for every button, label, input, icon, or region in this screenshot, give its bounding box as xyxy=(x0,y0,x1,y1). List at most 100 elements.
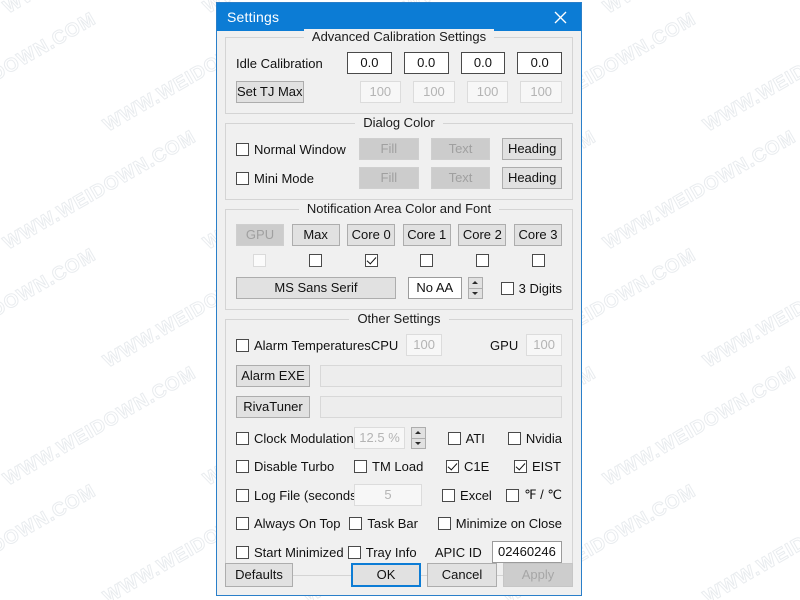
cancel-button[interactable]: Cancel xyxy=(427,563,497,587)
defaults-button[interactable]: Defaults xyxy=(225,563,293,587)
notification-button-core-2[interactable]: Core 2 xyxy=(458,224,507,246)
units-checkbox[interactable]: ℉ / ℃ xyxy=(506,487,562,503)
nvidia-checkbox[interactable]: Nvidia xyxy=(507,431,562,446)
always-on-top-checkbox[interactable]: Always On Top xyxy=(236,516,349,531)
checkbox-box xyxy=(236,142,249,156)
idle-calibration-input-2[interactable]: 0.0 xyxy=(460,52,506,74)
alarm-cpu-input[interactable]: 100 xyxy=(406,334,443,356)
normal-window-row: Normal Window Fill Text Heading xyxy=(236,138,562,160)
set-tj-max-button[interactable]: Set TJ Max xyxy=(236,81,304,103)
group-title-text: Advanced Calibration Settings xyxy=(303,29,495,44)
tj-max-input-3[interactable]: 100 xyxy=(520,81,563,103)
rivatuner-input[interactable] xyxy=(320,396,562,418)
log-file-label: Log File (seconds) xyxy=(254,487,361,503)
log-file-checkbox[interactable]: Log File (seconds) xyxy=(236,488,361,503)
notification-button-core-0[interactable]: Core 0 xyxy=(347,224,396,246)
checkbox-box xyxy=(236,517,249,530)
tray-info-checkbox[interactable]: Tray Info xyxy=(347,544,435,560)
notification-checkbox-core-2[interactable] xyxy=(476,254,490,267)
notification-checkbox-max[interactable] xyxy=(308,254,322,267)
spinner-up-button[interactable] xyxy=(411,427,426,439)
clock-modulation-row: Clock Modulation 12.5 % ATI Nvidia xyxy=(236,427,562,449)
clock-modulation-label: Clock Modulation xyxy=(254,430,354,446)
spinner-up-button[interactable] xyxy=(467,277,483,289)
font-name-button[interactable]: MS Sans Serif xyxy=(236,277,396,299)
group-title-text: Dialog Color xyxy=(355,115,443,130)
mini-mode-text-button[interactable]: Text xyxy=(430,167,491,189)
tj-max-input-2[interactable]: 100 xyxy=(466,81,509,103)
watermark-text: WWW.WEIDOWN.COM xyxy=(0,362,200,491)
minimize-on-close-checkbox[interactable]: Minimize on Close xyxy=(437,516,562,531)
idle-calibration-input-0[interactable]: 0.0 xyxy=(347,52,392,74)
clock-modulation-checkbox[interactable]: Clock Modulation xyxy=(236,431,354,446)
eist-checkbox[interactable]: EIST xyxy=(514,459,561,474)
checkbox-box xyxy=(354,460,367,473)
ok-button[interactable]: OK xyxy=(351,563,421,587)
apic-id-input[interactable]: 02460246 xyxy=(491,541,562,563)
normal-window-fill-button[interactable]: Fill xyxy=(358,138,419,160)
tm-load-checkbox[interactable]: TM Load xyxy=(354,459,446,474)
group-title-text: Notification Area Color and Font xyxy=(298,201,500,216)
notification-checkbox-core-3[interactable] xyxy=(531,254,545,267)
three-digits-checkbox[interactable]: 3 Digits xyxy=(500,280,563,296)
alarm-exe-button[interactable]: Alarm EXE xyxy=(236,365,310,387)
apply-button[interactable]: Apply xyxy=(503,563,573,587)
watermark-text: WWW.WEIDOWN.COM xyxy=(600,126,800,255)
disable-turbo-checkbox[interactable]: Disable Turbo xyxy=(236,459,354,474)
checkbox-box xyxy=(349,517,363,530)
idle-calibration-input-3[interactable]: 0.0 xyxy=(517,52,563,74)
watermark-text: WWW.WEIDOWN.COM xyxy=(0,244,100,373)
group-title-dialog-color: Dialog Color xyxy=(226,115,572,130)
normal-window-label: Normal Window xyxy=(254,141,346,157)
watermark-text: WWW.WEIDOWN.COM xyxy=(0,480,100,600)
mini-mode-heading-button[interactable]: Heading xyxy=(502,167,562,189)
notification-button-core-3[interactable]: Core 3 xyxy=(513,224,562,246)
clock-modulation-spinner[interactable] xyxy=(411,427,426,449)
notification-button-core-1[interactable]: Core 1 xyxy=(402,224,451,246)
notification-button-max[interactable]: Max xyxy=(291,224,340,246)
alarm-exe-input[interactable] xyxy=(320,365,562,387)
clock-modulation-input[interactable]: 12.5 % xyxy=(353,427,406,449)
excel-checkbox[interactable]: Excel xyxy=(442,488,506,503)
mini-mode-fill-button[interactable]: Fill xyxy=(358,167,419,189)
checkbox-box xyxy=(442,488,456,502)
notification-checkbox-gpu[interactable] xyxy=(253,254,266,267)
disable-turbo-row: Disable Turbo TM Load C1E EIST xyxy=(236,459,562,474)
antialias-field[interactable]: No AA xyxy=(407,277,462,299)
minimize-on-close-label: Minimize on Close xyxy=(455,516,562,531)
group-notification-area: Notification Area Color and Font GPU Max… xyxy=(225,201,573,310)
notification-button-gpu[interactable]: GPU xyxy=(236,224,284,246)
log-file-input[interactable]: 5 xyxy=(354,484,423,506)
normal-window-heading-button[interactable]: Heading xyxy=(502,138,562,160)
mini-mode-checkbox[interactable]: Mini Mode xyxy=(236,171,359,186)
start-minimized-row: Start Minimized Tray Info APIC ID 024602… xyxy=(236,541,562,563)
ati-checkbox[interactable]: ATI xyxy=(447,430,508,446)
notification-checkbox-core-0[interactable] xyxy=(364,254,378,267)
antialias-spinner[interactable] xyxy=(467,277,483,299)
tj-max-input-0[interactable]: 100 xyxy=(359,81,402,103)
group-title-advanced-calibration: Advanced Calibration Settings xyxy=(226,29,572,44)
normal-window-text-button[interactable]: Text xyxy=(430,138,491,160)
normal-window-checkbox[interactable]: Normal Window xyxy=(236,142,359,157)
checkbox-box xyxy=(236,431,249,445)
tray-info-label: Tray Info xyxy=(365,544,417,560)
alarm-temperatures-checkbox[interactable]: Alarm Temperatures xyxy=(236,338,371,353)
tj-max-input-1[interactable]: 100 xyxy=(413,81,455,103)
ati-label: ATI xyxy=(465,430,485,446)
eist-label: EIST xyxy=(532,459,561,474)
watermark-text: WWW.WEIDOWN.COM xyxy=(700,480,800,600)
idle-calibration-input-1[interactable]: 0.0 xyxy=(403,52,449,74)
task-bar-checkbox[interactable]: Task Bar xyxy=(349,516,437,531)
c1e-checkbox[interactable]: C1E xyxy=(446,459,514,474)
notification-font-row: MS Sans Serif No AA 3 Digits xyxy=(236,277,562,299)
spinner-down-button[interactable] xyxy=(467,288,483,299)
close-icon[interactable] xyxy=(539,3,581,31)
notification-checkbox-core-1[interactable] xyxy=(420,254,434,267)
alarm-gpu-input[interactable]: 100 xyxy=(526,334,562,356)
checkbox-box xyxy=(236,338,249,352)
watermark-text: WWW.WEIDOWN.COM xyxy=(600,362,800,491)
three-digits-label: 3 Digits xyxy=(518,280,563,296)
spinner-down-button[interactable] xyxy=(411,438,426,449)
rivatuner-button[interactable]: RivaTuner xyxy=(236,396,310,418)
start-minimized-checkbox[interactable]: Start Minimized xyxy=(236,545,348,560)
